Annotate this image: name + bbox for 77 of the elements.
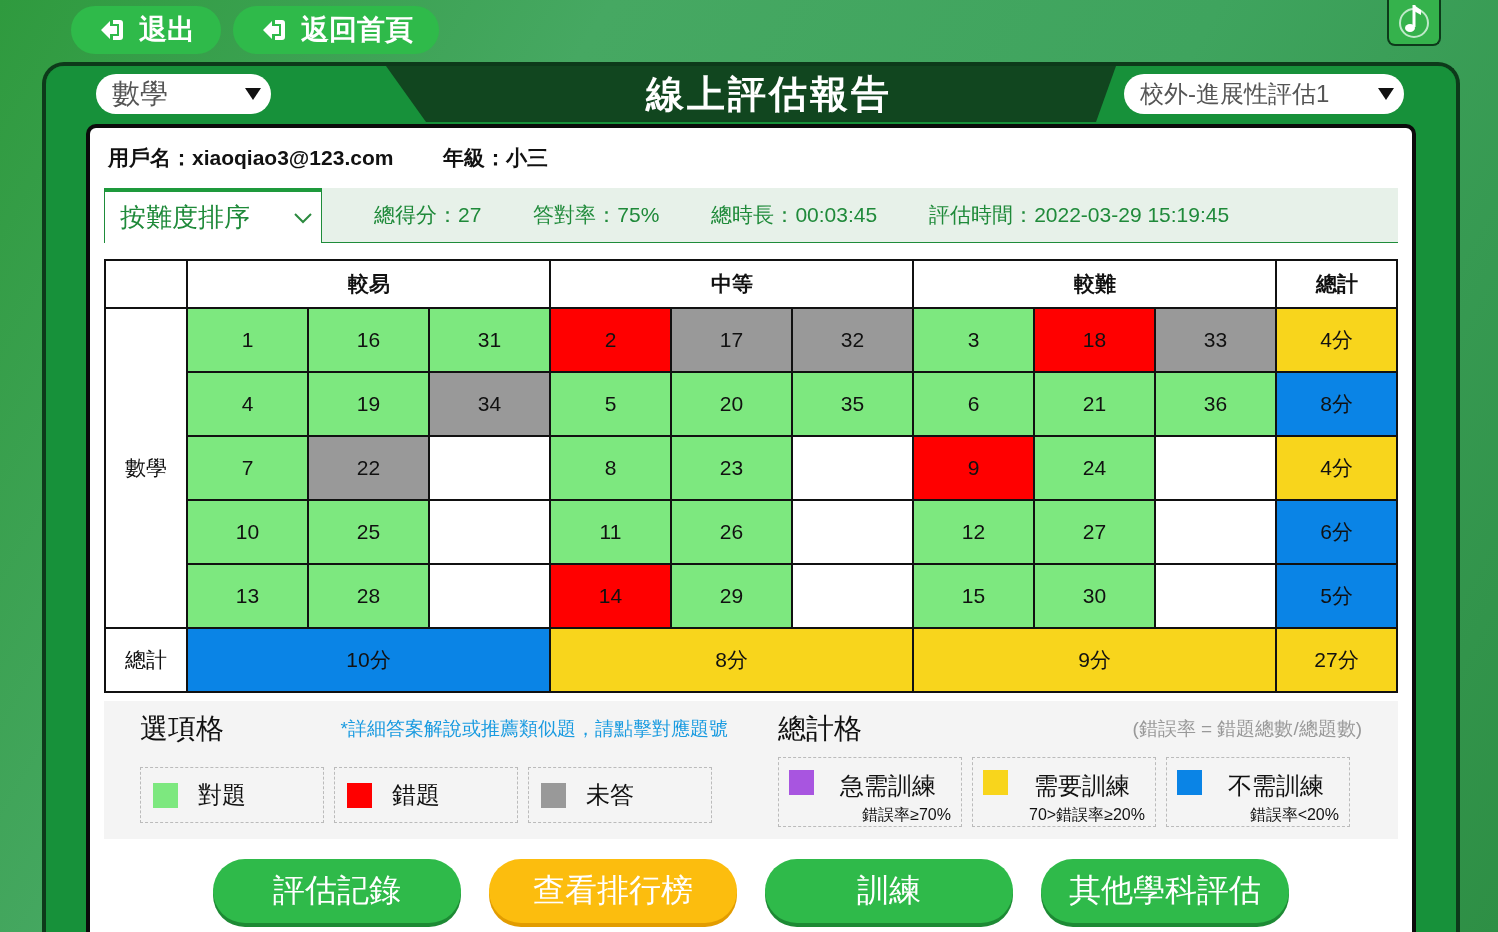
report-title: 線上評估報告 (644, 71, 893, 117)
legend-label: 需要訓練 (1033, 771, 1130, 801)
legend-label: 不需訓練 (1227, 771, 1324, 801)
music-note-icon (1396, 3, 1432, 39)
row-total-cell: 4分 (1276, 436, 1397, 500)
question-cell[interactable]: 4 (187, 372, 308, 436)
question-cell[interactable]: 11 (550, 500, 671, 564)
question-cell[interactable]: 12 (913, 500, 1034, 564)
user-info-text: 用戶名：xiaoqiao3@123.com (108, 145, 394, 171)
legend-rule: 錯誤率≥70% (862, 805, 951, 825)
legend-label: 未答 (586, 780, 634, 810)
assessment-select[interactable]: 校外-進展性評估1 (1124, 74, 1404, 114)
question-cell[interactable]: 27 (1034, 500, 1155, 564)
music-button[interactable] (1387, 0, 1441, 46)
question-cell[interactable]: 22 (308, 436, 429, 500)
question-cell[interactable]: 2 (550, 308, 671, 372)
legend-rule: 錯誤率<20% (1249, 805, 1339, 825)
legend-title: 總計格 (778, 712, 862, 746)
question-cell[interactable]: 28 (308, 564, 429, 628)
summary-stat: 評估時間：2022-03-29 15:19:45 (929, 202, 1230, 228)
question-cell[interactable]: 16 (308, 308, 429, 372)
question-cell[interactable]: 34 (429, 372, 550, 436)
question-cell[interactable]: 14 (550, 564, 671, 628)
question-cell[interactable]: 7 (187, 436, 308, 500)
group-total-cell: 10分 (187, 628, 550, 692)
row-total-cell: 4分 (1276, 308, 1397, 372)
column-header: 較難 (913, 260, 1276, 308)
summary-stat: 總時長：00:03:45 (711, 202, 878, 228)
caret-down-icon (245, 88, 261, 100)
question-cell[interactable]: 10 (187, 500, 308, 564)
caret-down-icon (1378, 88, 1394, 100)
question-cell[interactable]: 25 (308, 500, 429, 564)
question-cell[interactable]: 13 (187, 564, 308, 628)
question-cell[interactable]: 9 (913, 436, 1034, 500)
question-cell[interactable]: 20 (671, 372, 792, 436)
question-cell[interactable]: 26 (671, 500, 792, 564)
question-cell[interactable]: 1 (187, 308, 308, 372)
chevron-down-icon (293, 211, 313, 224)
question-cell[interactable]: 21 (1034, 372, 1155, 436)
legend-label: 急需訓練 (839, 771, 936, 801)
legend-label: 錯題 (392, 780, 440, 810)
group-total-cell: 9分 (913, 628, 1276, 692)
column-header: 較易 (187, 260, 550, 308)
question-cell[interactable]: 30 (1034, 564, 1155, 628)
question-cell[interactable]: 29 (671, 564, 792, 628)
question-cell[interactable]: 32 (792, 308, 913, 372)
question-cell[interactable]: 35 (792, 372, 913, 436)
legend-label: 對題 (198, 780, 246, 810)
legend-rule: 70>錯誤率≥20% (1029, 805, 1145, 825)
row-header: 數學 (105, 308, 187, 628)
question-cell[interactable]: 3 (913, 308, 1034, 372)
question-cell[interactable]: 23 (671, 436, 792, 500)
row-total-cell: 6分 (1276, 500, 1397, 564)
question-cell[interactable]: 5 (550, 372, 671, 436)
grand-total-cell: 27分 (1276, 628, 1397, 692)
column-header: 中等 (550, 260, 913, 308)
sort-select[interactable]: 按難度排序 (104, 188, 322, 243)
question-cell[interactable]: 19 (308, 372, 429, 436)
question-cell[interactable]: 8 (550, 436, 671, 500)
question-cell[interactable]: 36 (1155, 372, 1276, 436)
group-total-cell: 8分 (550, 628, 913, 692)
user-info-text: 年級：小三 (443, 145, 549, 171)
row-total-cell: 8分 (1276, 372, 1397, 436)
question-cell[interactable]: 15 (913, 564, 1034, 628)
row-total-cell: 5分 (1276, 564, 1397, 628)
legend-note: (錯誤率 = 錯題總數/總題數) (1132, 717, 1362, 741)
question-cell[interactable]: 18 (1034, 308, 1155, 372)
legend-title: 選項格 (140, 712, 224, 746)
subject-select[interactable]: 數學 (96, 74, 271, 114)
legend-note: *詳細答案解說或推薦類似題，請點擊對應題號 (340, 717, 728, 741)
question-cell[interactable]: 17 (671, 308, 792, 372)
question-cell[interactable]: 6 (913, 372, 1034, 436)
summary-stat: 答對率：75% (533, 202, 660, 228)
question-cell[interactable]: 31 (429, 308, 550, 372)
question-cell[interactable]: 33 (1155, 308, 1276, 372)
summary-stat: 總得分：27 (374, 202, 482, 228)
question-cell[interactable]: 24 (1034, 436, 1155, 500)
